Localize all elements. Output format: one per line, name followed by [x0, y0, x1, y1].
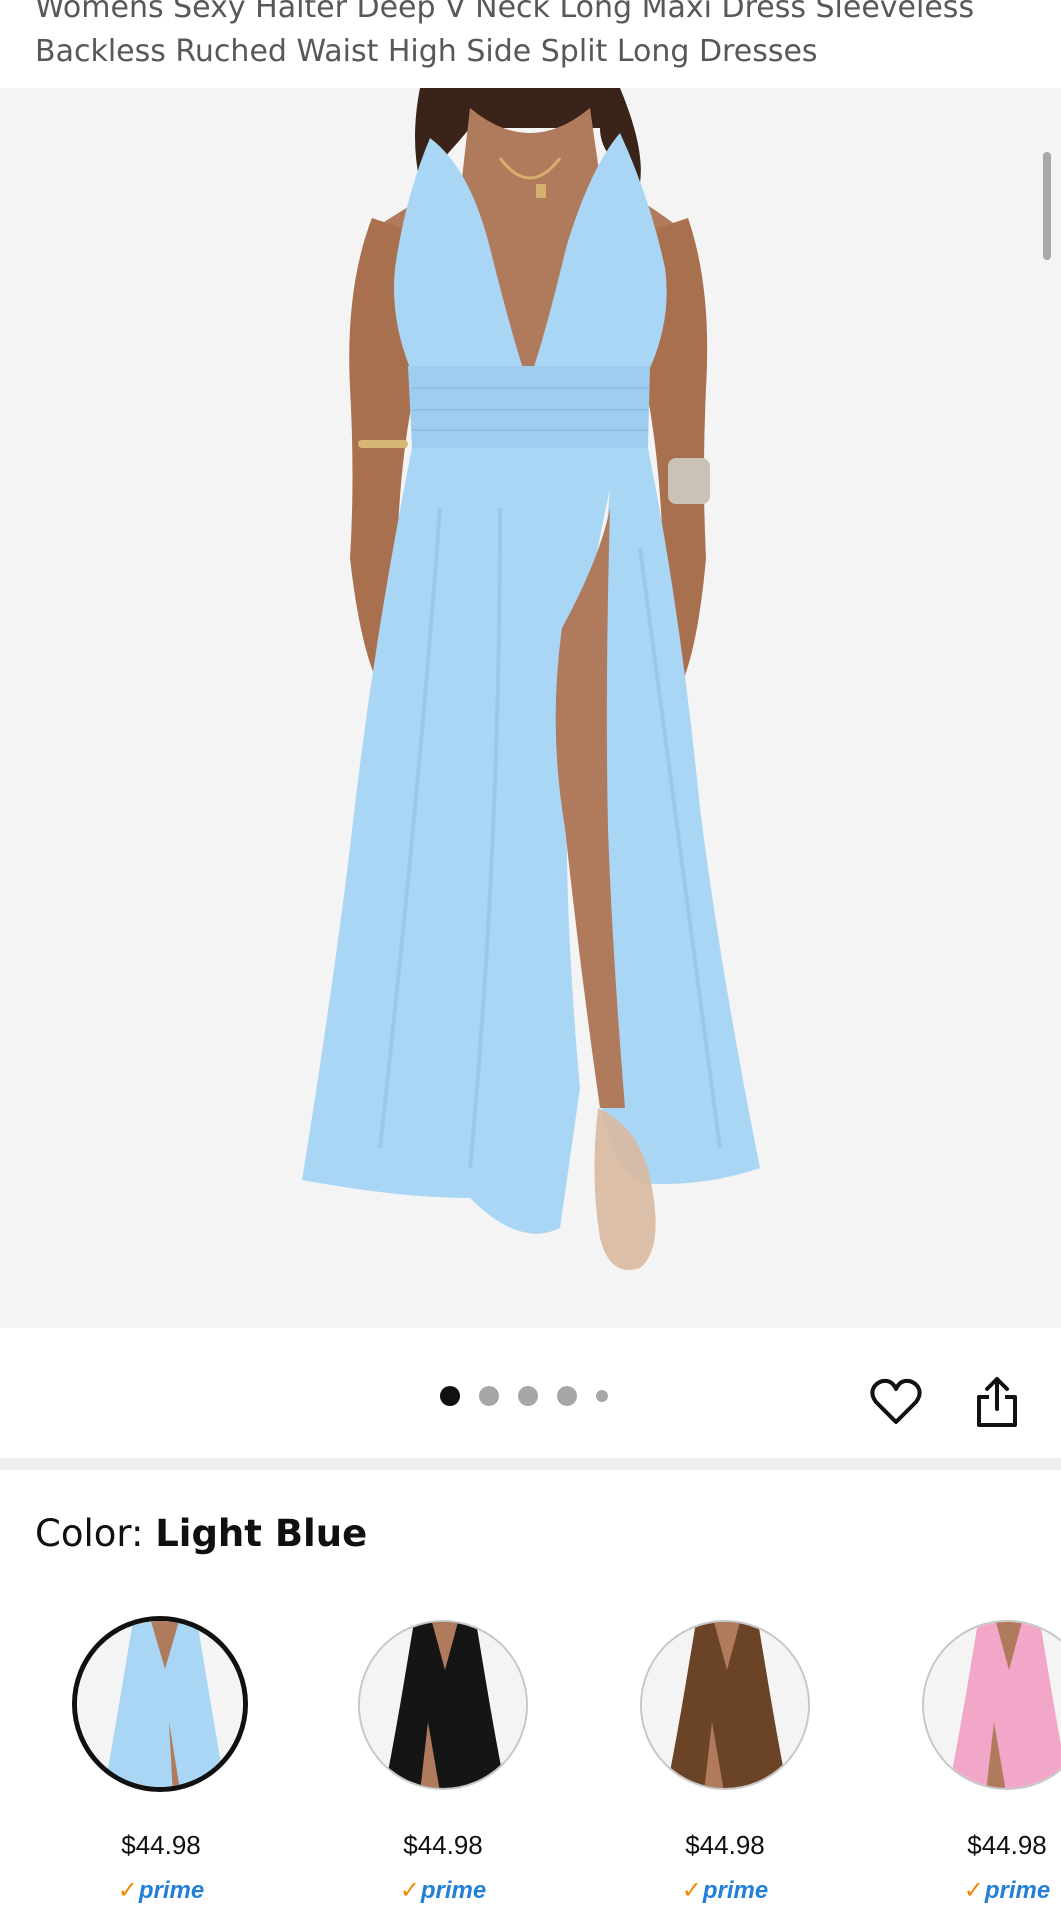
pagination-dot-1[interactable]: [440, 1386, 460, 1406]
color-swatch-light-blue[interactable]: $44.98 ✓prime: [58, 1612, 248, 1912]
prime-check-icon: ✓: [399, 1877, 420, 1904]
gallery-pagination[interactable]: [440, 1386, 608, 1406]
prime-check-icon: ✓: [117, 1877, 138, 1904]
scrollbar[interactable]: [1043, 152, 1051, 260]
color-swatch-list: $44.98 ✓prime $44.98 ✓prime $44.98 ✓prim…: [0, 1612, 1061, 1920]
favorite-button[interactable]: [866, 1374, 926, 1430]
share-icon: [977, 1377, 1017, 1427]
prime-badge: ✓prime: [58, 1876, 264, 1905]
color-swatch-pink[interactable]: $44.98 ✓prime: [904, 1612, 1061, 1912]
swatch-image: [358, 1620, 528, 1790]
swatch-price: $44.98: [403, 1830, 483, 1860]
share-button[interactable]: [968, 1370, 1026, 1434]
pagination-dot-5[interactable]: [596, 1390, 608, 1402]
color-selected-name: Light Blue: [155, 1512, 368, 1555]
swatch-dress-image: [77, 1621, 243, 1787]
prime-badge: ✓prime: [904, 1876, 1061, 1905]
prime-label: prime: [984, 1877, 1051, 1904]
swatch-image: [922, 1620, 1061, 1790]
swatch-image: [640, 1620, 810, 1790]
prime-label: prime: [138, 1877, 205, 1904]
prime-badge: ✓prime: [340, 1876, 546, 1905]
swatch-image: [72, 1616, 248, 1792]
swatch-dress-image: [642, 1622, 808, 1788]
swatch-price: $44.98: [121, 1830, 201, 1860]
prime-label: prime: [702, 1877, 769, 1904]
swatch-dress-image: [360, 1622, 526, 1788]
pagination-dot-4[interactable]: [557, 1386, 577, 1406]
color-label: Color: Light Blue: [35, 1510, 367, 1558]
title-bar: Womens Sexy Halter Deep V Neck Long Maxi…: [0, 0, 1061, 88]
color-label-prefix: Color:: [35, 1512, 144, 1555]
pagination-dot-2[interactable]: [479, 1386, 499, 1406]
dress-illustration: [302, 88, 760, 1270]
gallery-controls: [0, 1328, 1061, 1460]
prime-badge: ✓prime: [622, 1876, 828, 1905]
section-divider: [0, 1458, 1061, 1470]
heart-icon: [870, 1378, 922, 1424]
product-image[interactable]: [0, 88, 1061, 1328]
product-title: Womens Sexy Halter Deep V Neck Long Maxi…: [35, 0, 975, 69]
prime-check-icon: ✓: [963, 1877, 984, 1904]
swatch-price: $44.98: [685, 1830, 765, 1860]
pagination-dot-3[interactable]: [518, 1386, 538, 1406]
color-swatch-brown[interactable]: $44.98 ✓prime: [622, 1612, 810, 1912]
swatch-price: $44.98: [967, 1830, 1047, 1860]
color-swatch-black[interactable]: $44.98 ✓prime: [340, 1612, 528, 1912]
prime-check-icon: ✓: [681, 1877, 702, 1904]
prime-label: prime: [420, 1877, 487, 1904]
swatch-dress-image: [924, 1622, 1061, 1788]
